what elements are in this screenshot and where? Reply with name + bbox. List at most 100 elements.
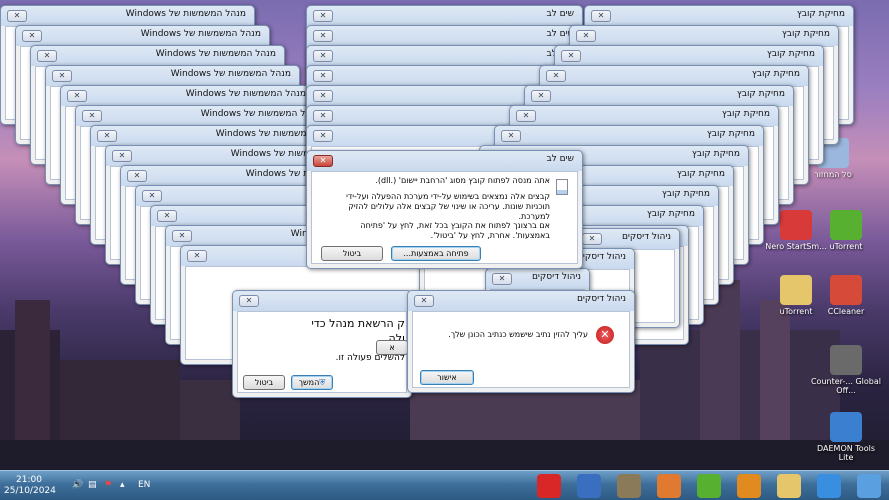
desktop-icon-label: CCleaner bbox=[827, 307, 865, 316]
window-title: מחיקת קובץ bbox=[781, 29, 830, 39]
opera-icon[interactable] bbox=[537, 474, 561, 498]
desktop-icon[interactable]: CCleaner bbox=[810, 275, 882, 316]
desktop-icon-label: uTorrent bbox=[829, 242, 863, 251]
clock[interactable]: 21:00 25/10/2024 bbox=[4, 475, 56, 497]
nero-icon bbox=[780, 210, 812, 240]
close-icon[interactable]: ✕ bbox=[187, 250, 207, 262]
disk-error-dialog: ✕ ניהול דיסקים ✕ עליך להזין נתיב שישמש כ… bbox=[407, 290, 635, 393]
window-title: שים לב bbox=[546, 9, 574, 19]
warning-line1: אתה מנסה לפתוח קובץ מסוג 'הרחבת יישום' (… bbox=[375, 176, 550, 185]
close-icon[interactable]: ✕ bbox=[239, 295, 259, 307]
close-icon[interactable]: ✕ bbox=[67, 90, 87, 102]
window-title: מנהל המשמשות של Windows bbox=[200, 109, 321, 119]
close-icon[interactable]: ✕ bbox=[313, 10, 333, 22]
counter-strike-icon bbox=[830, 345, 862, 375]
close-icon[interactable]: ✕ bbox=[172, 230, 192, 242]
desktop-icon[interactable]: uTorrent bbox=[810, 210, 882, 251]
dialog-title: שים לב bbox=[546, 154, 574, 164]
ccleaner-icon bbox=[830, 275, 862, 305]
utorrent-icon bbox=[830, 210, 862, 240]
window-title: מחיקת קובץ bbox=[661, 189, 710, 199]
close-icon[interactable]: ✕ bbox=[142, 190, 162, 202]
desktop-icon[interactable]: DAEMON Tools Lite bbox=[810, 412, 882, 462]
close-icon[interactable]: ✕ bbox=[546, 70, 566, 82]
utorrent-taskbar-icon[interactable] bbox=[697, 474, 721, 498]
close-icon[interactable]: ✕ bbox=[313, 30, 333, 42]
shield-icon: ⛨ bbox=[319, 378, 326, 387]
window-title: מחיקת קובץ bbox=[691, 149, 740, 159]
continue-button[interactable]: ⛨המשך bbox=[291, 375, 333, 390]
close-icon[interactable]: ✕ bbox=[501, 130, 521, 142]
cancel-button[interactable]: ביטול bbox=[243, 375, 285, 390]
dialog-title: ניהול דיסקים bbox=[576, 294, 626, 304]
close-icon[interactable]: ✕ bbox=[531, 90, 551, 102]
desktop-icon-label: Counter-... Global Off... bbox=[810, 377, 882, 395]
warning-dialog: ✕ שים לב אתה מנסה לפתוח קובץ מסוג 'הרחבת… bbox=[306, 150, 583, 269]
close-icon[interactable]: ✕ bbox=[313, 130, 333, 142]
warning-line2: קבצים אלה נמצאים בשימוש על-ידי מערכת ההפ… bbox=[346, 192, 550, 221]
window-title: מחיקת קובץ bbox=[736, 89, 785, 99]
window-title: ניהול דיסקים bbox=[531, 272, 581, 282]
close-icon[interactable]: ✕ bbox=[576, 30, 596, 42]
close-icon[interactable]: ✕ bbox=[492, 273, 512, 285]
open-with-button[interactable]: פתיחה באמצעות... bbox=[391, 246, 481, 261]
language-indicator[interactable]: EN bbox=[138, 480, 150, 490]
window-title: מנהל המשמשות של Windows bbox=[170, 69, 291, 79]
media-player-icon[interactable] bbox=[737, 474, 761, 498]
close-icon[interactable]: ✕ bbox=[313, 70, 333, 82]
close-icon[interactable]: ✕ bbox=[561, 50, 581, 62]
windows-start-icon[interactable] bbox=[857, 474, 881, 498]
uac-text1: ק הרשאת מנהל כדי bbox=[311, 317, 405, 330]
desktop-icon[interactable]: Counter-... Global Off... bbox=[810, 345, 882, 395]
close-icon[interactable]: ✕ bbox=[313, 110, 333, 122]
utorrent-folder-icon bbox=[780, 275, 812, 305]
close-icon[interactable]: ✕ bbox=[414, 295, 434, 307]
desktop-icon-label: DAEMON Tools Lite bbox=[817, 444, 875, 462]
close-icon[interactable]: ✕ bbox=[591, 10, 611, 22]
window-title: מחיקת קובץ bbox=[766, 49, 815, 59]
cancel-button[interactable]: ביטול bbox=[321, 246, 383, 261]
window-title: מחיקת קובץ bbox=[751, 69, 800, 79]
window-title: מנהל המשמשות של Windows bbox=[125, 9, 246, 19]
window-title: מחיקת קובץ bbox=[706, 129, 755, 139]
taskbar: 21:00 25/10/2024 🔊 ▤ ⚑ ▴ EN bbox=[0, 470, 889, 500]
close-icon[interactable]: ✕ bbox=[313, 50, 333, 62]
ok-button[interactable]: אישור bbox=[420, 370, 474, 385]
window-title: מחיקת קובץ bbox=[646, 209, 695, 219]
network-icon[interactable]: ▤ bbox=[88, 480, 97, 490]
close-icon[interactable]: ✕ bbox=[112, 150, 132, 162]
explorer-folder-icon[interactable] bbox=[777, 474, 801, 498]
action-center-icon[interactable]: ⚑ bbox=[104, 480, 112, 490]
window-title: ניהול דיסקים bbox=[621, 232, 671, 242]
counter-strike-taskbar-icon[interactable] bbox=[617, 474, 641, 498]
volume-icon[interactable]: 🔊 bbox=[72, 480, 83, 490]
close-icon[interactable]: ✕ bbox=[22, 30, 42, 42]
ccleaner-taskbar-icon[interactable] bbox=[657, 474, 681, 498]
close-icon[interactable]: ✕ bbox=[313, 155, 333, 167]
clock-date: 25/10/2024 bbox=[4, 486, 56, 496]
window-title: מנהל המשמשות של Windows bbox=[140, 29, 261, 39]
internet-explorer-icon[interactable] bbox=[817, 474, 841, 498]
background-dialog-button[interactable]: א bbox=[376, 340, 408, 355]
close-icon[interactable]: ✕ bbox=[52, 70, 72, 82]
close-icon[interactable]: ✕ bbox=[582, 233, 602, 245]
warning-line3: אם ברצונך לפתוח את הקובץ בכל זאת, לחץ על… bbox=[360, 221, 550, 240]
daemon-tools-icon bbox=[830, 412, 862, 442]
close-icon[interactable]: ✕ bbox=[127, 170, 147, 182]
close-icon[interactable]: ✕ bbox=[313, 90, 333, 102]
show-hidden-icons-icon[interactable]: ▴ bbox=[120, 480, 125, 490]
window-title: מחיקת קובץ bbox=[721, 109, 770, 119]
close-icon[interactable]: ✕ bbox=[97, 130, 117, 142]
close-icon[interactable]: ✕ bbox=[37, 50, 57, 62]
daemon-tools-taskbar-icon[interactable] bbox=[577, 474, 601, 498]
window-title: מנהל המשמשות של Windows bbox=[185, 89, 306, 99]
file-icon bbox=[556, 179, 568, 195]
window-title: מחיקת קובץ bbox=[796, 9, 845, 19]
close-icon[interactable]: ✕ bbox=[7, 10, 27, 22]
close-icon[interactable]: ✕ bbox=[82, 110, 102, 122]
close-icon[interactable]: ✕ bbox=[516, 110, 536, 122]
continue-label: המשך bbox=[298, 378, 320, 387]
window-title: מנהל המשמשות של Windows bbox=[155, 49, 276, 59]
close-icon[interactable]: ✕ bbox=[157, 210, 177, 222]
error-icon: ✕ bbox=[596, 326, 614, 344]
